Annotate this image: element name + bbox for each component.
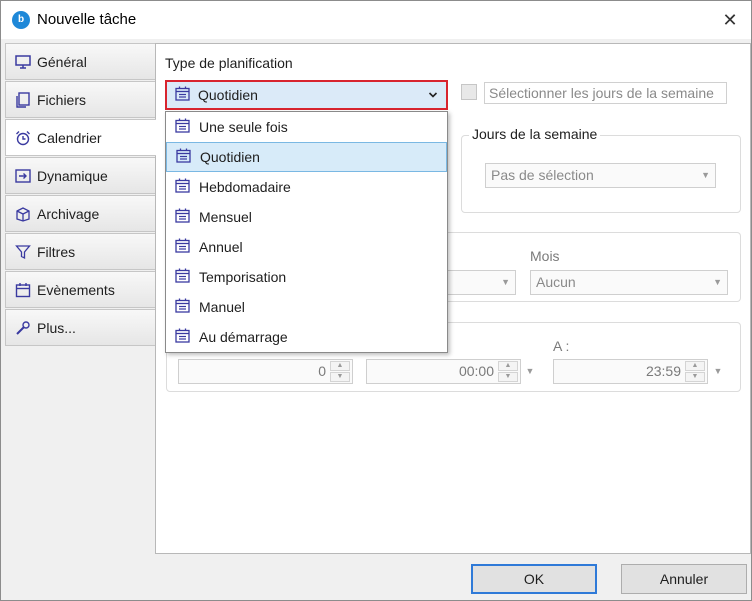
chevron-down-icon[interactable]: ▼ <box>523 359 537 384</box>
dropdown-option[interactable]: Annuel <box>166 232 447 262</box>
cancel-button[interactable]: Annuler <box>621 564 747 594</box>
end-time-spinner[interactable]: 23:59 ▲ ▼ <box>553 359 708 384</box>
count-value: 0 <box>318 363 326 379</box>
option-label: Temporisation <box>199 269 287 285</box>
chevron-down-icon[interactable]: ▼ <box>711 359 725 384</box>
ok-button[interactable]: OK <box>471 564 597 594</box>
copy-files-icon <box>14 91 32 109</box>
spinner-up-button[interactable]: ▲ <box>498 361 518 371</box>
spinner-down-button[interactable]: ▼ <box>498 372 518 382</box>
monitor-icon <box>14 53 32 71</box>
spinner-down-button[interactable]: ▼ <box>685 372 705 382</box>
schedule-type-label: Type de planification <box>165 55 293 71</box>
end-time-label: A : <box>553 338 570 354</box>
dropdown-option[interactable]: Hebdomadaire <box>166 172 447 202</box>
tab-dynamique[interactable]: Dynamique <box>5 157 155 194</box>
weekdays-checkbox-label: Sélectionner les jours de la semaine <box>484 82 727 104</box>
wrench-icon <box>14 319 32 337</box>
funnel-icon <box>14 243 32 261</box>
start-time-spinner[interactable]: 00:00 ▲ ▼ <box>366 359 521 384</box>
weekdays-select[interactable]: Pas de sélection ▼ <box>485 163 716 188</box>
tab-archivage[interactable]: Archivage <box>5 195 155 232</box>
dropdown-option[interactable]: Mensuel <box>166 202 447 232</box>
spinner-up-button[interactable]: ▲ <box>330 361 350 371</box>
tab-plus[interactable]: Plus... <box>5 309 155 346</box>
calendar-icon <box>175 86 190 104</box>
dropdown-option[interactable]: Temporisation <box>166 262 447 292</box>
chevron-down-icon <box>428 88 438 105</box>
option-label: Mensuel <box>199 209 252 225</box>
month-select-value: Aucun <box>536 274 576 290</box>
tab-label: Plus... <box>37 319 76 336</box>
calendar-icon <box>14 281 32 299</box>
tab-label: Archivage <box>37 205 100 222</box>
chevron-down-icon: ▼ <box>713 277 722 287</box>
start-time-value: 00:00 <box>458 363 494 379</box>
spinner-buttons: ▲ ▼ <box>685 361 705 382</box>
calendar-icon <box>175 328 190 346</box>
close-button[interactable]: ✕ <box>713 5 747 35</box>
calendar-icon <box>175 118 190 136</box>
spinner-buttons: ▲ ▼ <box>330 361 350 382</box>
tab-label: Filtres <box>37 243 76 260</box>
option-label: Au démarrage <box>199 329 288 345</box>
window-title: Nouvelle tâche <box>37 11 137 28</box>
tab-label: Dynamique <box>37 167 108 184</box>
option-label: Manuel <box>199 299 245 315</box>
spinner-up-button[interactable]: ▲ <box>685 361 705 371</box>
alarm-clock-icon <box>14 129 32 147</box>
tab-label: Calendrier <box>37 129 102 146</box>
calendar-icon <box>175 238 190 256</box>
dropdown-option[interactable]: Au démarrage <box>166 322 447 352</box>
calendar-icon <box>175 178 190 196</box>
option-label: Une seule fois <box>199 119 288 135</box>
weekdays-checkbox[interactable] <box>461 84 477 100</box>
tab-list: Général Fichiers Calendrier Dynamique Ar… <box>5 43 156 347</box>
calendar-icon <box>175 298 190 316</box>
spinner-buttons: ▲ ▼ <box>498 361 518 382</box>
end-time-value: 23:59 <box>645 363 681 379</box>
count-spinner[interactable]: 0 ▲ ▼ <box>178 359 353 384</box>
calendar-icon <box>175 268 190 286</box>
schedule-type-select[interactable]: Quotidien <box>165 80 448 110</box>
chevron-down-icon: ▼ <box>701 170 710 180</box>
tab-filtres[interactable]: Filtres <box>5 233 155 270</box>
option-label: Annuel <box>199 239 243 255</box>
option-label: Quotidien <box>200 149 260 165</box>
tab-evenements[interactable]: Evènements <box>5 271 155 308</box>
dialog-window: b Nouvelle tâche ✕ Général Fichiers Cale… <box>0 0 752 601</box>
dropdown-option[interactable]: Manuel <box>166 292 447 322</box>
day-select[interactable]: ▼ <box>448 270 516 295</box>
tab-label: Fichiers <box>37 91 87 108</box>
dropdown-option[interactable]: Une seule fois <box>166 112 447 142</box>
app-logo-icon: b <box>12 11 30 29</box>
tab-calendrier[interactable]: Calendrier <box>5 119 156 156</box>
spinner-down-button[interactable]: ▼ <box>330 372 350 382</box>
archive-box-icon <box>14 205 32 223</box>
title-bar: b Nouvelle tâche ✕ <box>1 1 751 39</box>
tab-label: Evènements <box>37 281 115 298</box>
schedule-type-value: Quotidien <box>198 87 258 103</box>
month-label: Mois <box>530 248 560 264</box>
chevron-down-icon: ▼ <box>501 277 510 287</box>
weekdays-select-value: Pas de sélection <box>491 167 594 183</box>
schedule-type-dropdown: Une seule fois Quotidien Hebdomadaire Me… <box>165 111 448 353</box>
tab-label: Général <box>37 53 87 70</box>
weekdays-group-title: Jours de la semaine <box>469 126 601 142</box>
enter-arrow-icon <box>14 167 32 185</box>
month-select[interactable]: Aucun ▼ <box>530 270 728 295</box>
tab-fichiers[interactable]: Fichiers <box>5 81 155 118</box>
calendar-icon <box>175 208 190 226</box>
calendar-icon <box>176 148 191 166</box>
dropdown-option[interactable]: Quotidien <box>166 142 447 172</box>
option-label: Hebdomadaire <box>199 179 291 195</box>
tab-general[interactable]: Général <box>5 43 155 80</box>
